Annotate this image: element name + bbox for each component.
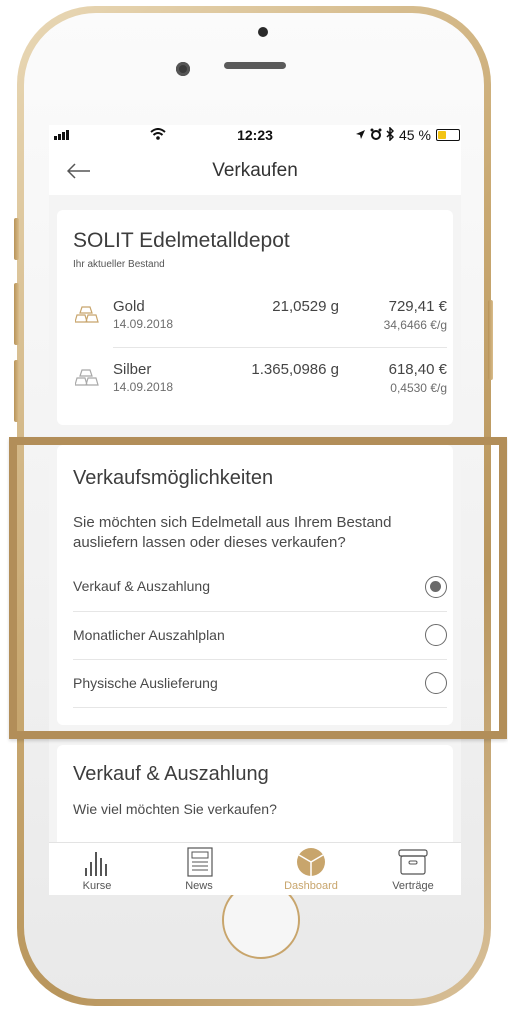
depot-card: SOLIT Edelmetalldepot Ihr aktueller Best… [57,210,453,425]
tab-bar: Kurse News Dashboard Verträge [49,842,461,895]
page-title: Verkaufen [212,160,298,181]
holding-unit-price: 34,6466 €/g [383,318,447,332]
battery-percent: 45 % [399,127,431,143]
tab-dashboard[interactable]: Dashboard [271,843,351,895]
holding-value: 729,41 € [388,298,447,315]
tab-label: Kurse [82,880,112,892]
sale-question: Wie viel möchten Sie verkaufen? [73,801,277,817]
holding-unit-price: 0,4530 €/g [390,381,447,395]
sale-title: Verkauf & Auszahlung [73,763,269,785]
holding-row-gold[interactable]: Gold 14.09.2018 21,0529 g 729,41 € 34,64… [57,298,453,348]
nav-bar: Verkaufen [49,145,461,195]
proximity-sensor [258,27,268,37]
earpiece-speaker [224,62,286,69]
battery-fill [438,131,446,139]
silver-bars-icon [75,369,99,386]
tab-label: News [185,880,213,892]
battery-icon [436,129,460,141]
tab-label: Verträge [392,880,434,892]
holding-row-silver[interactable]: Silber 14.09.2018 1.365,0986 g 618,40 € … [57,361,453,411]
holding-name: Silber [113,361,152,378]
volume-up-button [14,283,19,345]
dashboard-pie-icon [297,848,325,876]
holding-amount: 21,0529 g [272,298,339,315]
depot-title: SOLIT Edelmetalldepot [73,229,290,252]
front-camera [176,62,190,76]
newspaper-icon [187,847,213,877]
gold-bars-icon [75,306,99,323]
tab-news[interactable]: News [159,843,239,895]
tab-kurse[interactable]: Kurse [57,843,137,895]
power-button [488,300,493,380]
depot-subtitle: Ihr aktueller Bestand [73,259,165,270]
divider [113,347,447,348]
volume-down-button [14,360,19,422]
archive-box-icon [398,849,428,875]
highlight-frame [9,437,507,739]
holding-value: 618,40 € [388,361,447,378]
holding-amount: 1.365,0986 g [251,361,339,378]
location-arrow-icon [356,130,365,139]
holding-date: 14.09.2018 [113,380,174,394]
tab-vertraege[interactable]: Verträge [373,843,453,895]
status-bar: 12:23 45 % [49,125,461,145]
bluetooth-icon [386,127,394,141]
holding-name: Gold [113,298,145,315]
alarm-icon [370,128,382,140]
mute-switch [14,218,19,260]
holding-date: 14.09.2018 [113,317,174,331]
tab-label: Dashboard [284,880,338,892]
bar-chart-icon [85,852,107,876]
